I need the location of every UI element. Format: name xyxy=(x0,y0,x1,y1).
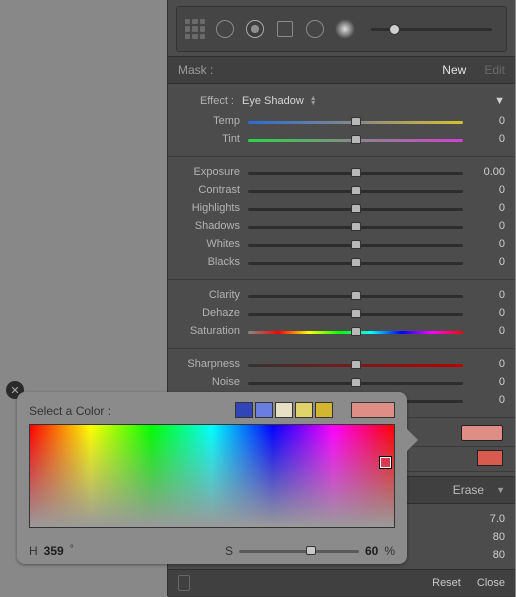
blacks-slider[interactable] xyxy=(248,262,463,265)
radial-tool[interactable] xyxy=(215,19,235,39)
mask-edit-button[interactable]: Edit xyxy=(484,63,505,77)
circle-tool[interactable] xyxy=(305,19,325,39)
color-picker-handle[interactable] xyxy=(380,457,391,468)
preset-row xyxy=(235,402,395,418)
contrast-slider[interactable] xyxy=(248,190,463,193)
mask-header: Mask : New Edit xyxy=(168,56,515,84)
whites-slider[interactable] xyxy=(248,244,463,247)
disclosure-triangle-icon[interactable]: ▼ xyxy=(471,95,505,107)
mask-label: Mask : xyxy=(178,63,213,77)
feather-slider[interactable] xyxy=(371,28,492,31)
exposure-slider[interactable] xyxy=(248,172,463,175)
sat-value[interactable]: 60 xyxy=(365,544,378,558)
chevron-updown-icon: ▲▼ xyxy=(310,96,317,106)
feather-icon xyxy=(335,19,355,39)
preset-swatch[interactable] xyxy=(315,402,333,418)
sharpness-slider[interactable] xyxy=(248,364,463,367)
saturation-slider[interactable] xyxy=(248,331,463,334)
close-button[interactable]: Close xyxy=(477,577,505,589)
preset-swatch[interactable] xyxy=(255,402,273,418)
mask-tool-row xyxy=(176,6,507,52)
linear-tool[interactable] xyxy=(275,19,295,39)
mask-new-button[interactable]: New xyxy=(442,63,466,77)
effect-label: Effect : xyxy=(178,95,234,107)
temp-slider[interactable] xyxy=(248,121,463,124)
brush-tool-selected[interactable] xyxy=(245,19,265,39)
disclosure-triangle-icon[interactable]: ▼ xyxy=(496,485,505,495)
edit-pins-tool[interactable] xyxy=(185,19,205,39)
reset-button[interactable]: Reset xyxy=(432,577,461,589)
tone-block: Exposure0.00 Contrast0 Highlights0 Shado… xyxy=(168,157,515,280)
sat-label: S xyxy=(225,544,233,558)
tint-slider[interactable] xyxy=(248,139,463,142)
clarity-slider[interactable] xyxy=(248,295,463,298)
presence-block: Clarity0 Dehaze0 Saturation0 xyxy=(168,280,515,349)
noise-slider[interactable] xyxy=(248,382,463,385)
color-picker-popover: Select a Color : H 359 ° S 60 % xyxy=(17,392,407,564)
hue-value[interactable]: 359 xyxy=(44,544,64,558)
shadows-slider[interactable] xyxy=(248,226,463,229)
secondary-color-swatch[interactable] xyxy=(477,450,503,466)
color-field[interactable] xyxy=(29,424,395,528)
erase-label[interactable]: Erase xyxy=(453,483,484,497)
current-color-swatch[interactable] xyxy=(351,402,395,418)
highlights-slider[interactable] xyxy=(248,208,463,211)
panel-footer: Reset Close xyxy=(168,569,515,596)
degree-icon: ° xyxy=(70,544,74,555)
preset-swatch[interactable] xyxy=(295,402,313,418)
hue-label: H xyxy=(29,544,38,558)
percent-icon: % xyxy=(384,544,395,558)
effect-block: Effect : Eye Shadow ▲▼ ▼ Temp0 Tint0 xyxy=(168,84,515,157)
sat-slider[interactable] xyxy=(239,550,359,553)
color-swatch[interactable] xyxy=(461,425,503,441)
popover-title: Select a Color : xyxy=(29,404,111,418)
toggle-switch[interactable] xyxy=(178,575,190,591)
preset-swatch[interactable] xyxy=(275,402,293,418)
preset-swatch[interactable] xyxy=(235,402,253,418)
dehaze-slider[interactable] xyxy=(248,313,463,316)
effect-dropdown[interactable]: Eye Shadow ▲▼ xyxy=(242,95,463,107)
